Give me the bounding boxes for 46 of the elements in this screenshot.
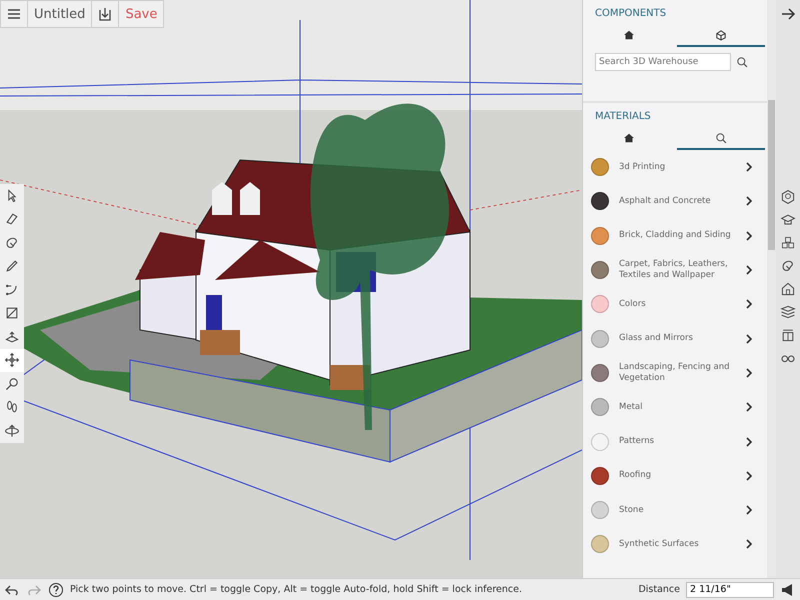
status-hint: Pick two points to move. Ctrl = toggle Copy, Alt = toggle Auto-fold, hold Shift = lock inference.	[70, 584, 524, 595]
material-item[interactable]: Stone	[583, 492, 767, 528]
chevron-right-icon	[745, 436, 753, 448]
magnifier-icon	[4, 376, 20, 392]
material-item[interactable]: Roofing	[583, 458, 767, 493]
material-item[interactable]: Brick, Cladding and Siding	[583, 218, 767, 253]
chevron-right-icon	[745, 161, 753, 174]
material-item[interactable]: Synthetic Surfaces	[583, 527, 767, 562]
search-field[interactable]: Search 3D Warehouse	[595, 53, 731, 71]
chevron-right-icon	[745, 401, 753, 414]
chevron-right-icon	[745, 366, 753, 379]
chevron-right-icon	[745, 538, 753, 550]
chevron-right-icon	[745, 264, 753, 276]
material-item[interactable]: Patterns	[583, 424, 767, 459]
material-item[interactable]: Metal	[583, 390, 767, 424]
measurement-label: Distance	[638, 584, 680, 595]
material-item[interactable]: Colors	[583, 287, 767, 322]
chevron-right-icon	[745, 230, 753, 242]
home-icon	[622, 28, 636, 42]
material-item[interactable]: Glass and Mirrors	[583, 321, 767, 356]
section-title: COMPONENTS	[594, 7, 668, 21]
rectangle-icon	[4, 305, 20, 322]
material-item[interactable]: Landscaping, Fencing and Vegetation	[583, 356, 767, 390]
scrollbar-thumb[interactable]	[768, 100, 775, 250]
material-item[interactable]: Carpet, Fabrics, Leathers, Textiles and Wallpaper	[583, 252, 767, 288]
material-item[interactable]: 3d Printing	[583, 150, 767, 184]
pencil-icon	[4, 258, 20, 274]
section-title: MATERIALS	[594, 110, 652, 124]
chevron-right-icon	[745, 298, 753, 310]
tool-button[interactable]	[0, 348, 24, 372]
chevron-right-icon	[745, 195, 753, 208]
cube-icon	[714, 28, 728, 42]
orbit-icon	[4, 422, 20, 439]
chevron-right-icon	[745, 504, 753, 516]
home-icon	[622, 131, 636, 145]
push-pull-icon	[4, 328, 20, 345]
scrollbar-track[interactable]	[767, 0, 776, 578]
help-icon[interactable]	[48, 582, 64, 598]
material-item[interactable]: Asphalt and Concrete	[583, 184, 767, 219]
measurement-field[interactable]: 2 11/16"	[686, 582, 774, 598]
search-icon	[735, 55, 749, 69]
eraser-icon	[4, 211, 20, 228]
move-arrows-icon	[4, 352, 20, 368]
search-icon	[714, 131, 728, 145]
chevron-right-icon	[745, 470, 753, 482]
chevron-right-icon	[745, 332, 753, 345]
